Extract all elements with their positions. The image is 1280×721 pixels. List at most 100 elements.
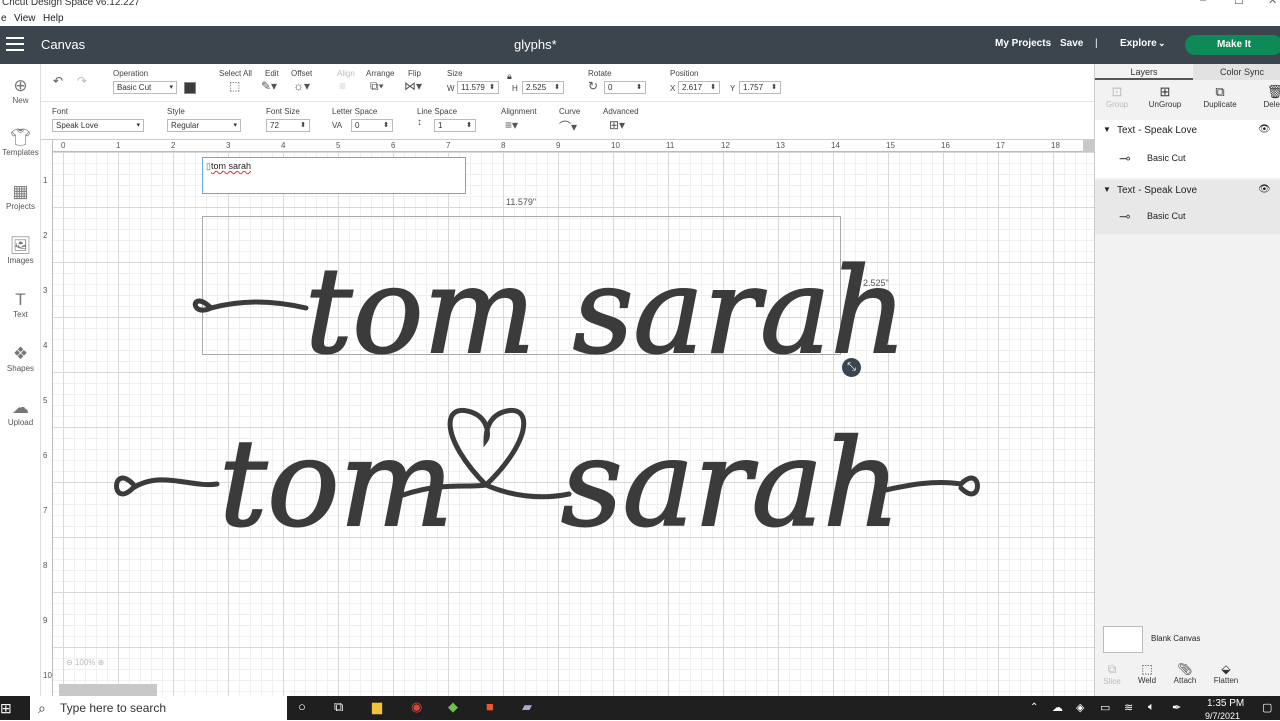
flatten-icon: ⬙: [1221, 662, 1231, 676]
sidebar-item-upload[interactable]: ☁ Upload: [0, 398, 41, 427]
horizontal-scrollbar[interactable]: [59, 684, 157, 696]
zoom-in-icon[interactable]: ⊕: [98, 658, 105, 667]
tab-layers[interactable]: Layers: [1095, 64, 1193, 80]
tab-color-sync[interactable]: Color Sync: [1193, 64, 1280, 80]
eye-icon[interactable]: 👁︎: [1258, 124, 1271, 135]
position-x-input[interactable]: 2.617 ⬍: [678, 81, 720, 94]
redo-icon[interactable]: ↷: [77, 74, 87, 88]
zoom-out-icon[interactable]: ⊖: [66, 658, 73, 667]
advanced-label: Advanced: [603, 107, 639, 116]
blank-canvas-swatch[interactable]: [1103, 626, 1143, 653]
offset-icon[interactable]: ☼▾: [293, 79, 310, 93]
curve-icon[interactable]: ⌒▾: [559, 118, 577, 135]
dropbox-icon[interactable]: ◈: [1076, 701, 1084, 714]
line-space-input[interactable]: 1 ⬍: [434, 119, 476, 132]
hamburger-menu-icon[interactable]: [6, 37, 24, 51]
chevron-down-icon[interactable]: ▼: [1103, 185, 1111, 194]
vertical-scrollbar[interactable]: [1083, 140, 1094, 152]
height-input[interactable]: 2.525 ⬍: [522, 81, 564, 94]
select-all-label: Select All: [219, 69, 252, 78]
group-button[interactable]: ⊡ Group: [1092, 84, 1142, 109]
cortana-icon[interactable]: ○: [298, 699, 306, 714]
save-button[interactable]: Save: [1060, 38, 1083, 49]
text-layer-icon: ⊸: [1119, 150, 1131, 166]
font-size-input[interactable]: 72 ⬍: [266, 119, 310, 132]
menu-help[interactable]: Help: [43, 13, 64, 24]
my-projects-button[interactable]: My Projects: [995, 38, 1051, 49]
design-artwork: tom sarah tom sarah: [114, 241, 980, 555]
taskbar-search-input[interactable]: ⌕ Type here to search: [30, 696, 287, 720]
arrange-icon[interactable]: ⧉▾: [370, 79, 384, 94]
task-view-icon[interactable]: ⧉: [334, 699, 343, 715]
letter-space-input[interactable]: 0 ⬍: [351, 119, 393, 132]
rotate-input[interactable]: 0 ⬍: [604, 81, 646, 94]
flatten-button[interactable]: ⬙ Flatten: [1201, 662, 1251, 685]
menu-view[interactable]: View: [14, 13, 36, 24]
flip-icon[interactable]: ⋈▾: [404, 79, 422, 93]
duplicate-button[interactable]: ⧉ Duplicate: [1195, 84, 1245, 109]
explore-button[interactable]: Explore: [1120, 38, 1157, 49]
color-swatch[interactable]: [184, 82, 196, 94]
font-select[interactable]: Speak Love ▾: [52, 119, 144, 132]
height-label: H: [512, 84, 518, 93]
alignment-icon[interactable]: ≡▾: [505, 118, 518, 132]
design-canvas[interactable]: 0 1 2 3 4 5 6 7 8 9 10 11 12 13 14 15 16 17 18 1 2 3 4 5 6 7 8 9 10…: [41, 140, 1094, 696]
minimize-icon[interactable]: –: [1200, 0, 1206, 6]
y-label: Y: [730, 84, 736, 93]
snagit-icon[interactable]: ■: [486, 699, 494, 714]
align-icon[interactable]: ≡: [339, 79, 346, 93]
width-input[interactable]: 11.579 ⬍: [457, 81, 499, 94]
sidebar-item-shapes[interactable]: ❖ Shapes: [0, 344, 41, 373]
style-select[interactable]: Regular ▾: [167, 119, 241, 132]
top-name-text: tom sarah: [305, 242, 907, 380]
make-it-button[interactable]: Make It: [1185, 35, 1280, 55]
rotate-label: Rotate: [588, 69, 612, 78]
layer-group[interactable]: ▼ Text - Speak Love 👁︎ ⊸ Basic Cut: [1095, 120, 1280, 178]
operation-select[interactable]: Basic Cut ▾: [113, 81, 177, 94]
project-title: glyphs*: [514, 37, 557, 52]
bottom-sarah-text: sarah: [561, 415, 900, 554]
battery-icon[interactable]: ▭: [1100, 701, 1110, 714]
edit-icon[interactable]: ✎▾: [261, 79, 277, 93]
volume-icon[interactable]: 🔈︎: [1148, 701, 1155, 714]
chevron-down-icon[interactable]: ⌄: [1158, 38, 1166, 49]
advanced-icon[interactable]: ⊞▾: [609, 118, 625, 132]
projects-icon: ▦: [12, 182, 29, 201]
sidebar-item-new[interactable]: ⊕ New: [0, 76, 41, 105]
windows-start-icon[interactable]: ⊞: [0, 700, 12, 717]
plus-circle-icon: ⊕: [13, 76, 28, 95]
zoom-controls: ⊖ 100% ⊕: [66, 658, 144, 674]
sidebar-item-templates[interactable]: 👕︎ Templates: [0, 128, 41, 157]
select-all-icon[interactable]: ⬚: [229, 79, 240, 93]
font-label: Font: [52, 107, 69, 116]
close-icon[interactable]: ✕: [1268, 0, 1277, 7]
flip-label: Flip: [408, 69, 421, 78]
wifi-icon[interactable]: ≋: [1124, 701, 1133, 714]
sidebar-item-text[interactable]: T Text: [0, 290, 41, 319]
file-explorer-icon[interactable]: ▆: [372, 699, 382, 715]
onedrive-icon[interactable]: ☁: [1052, 701, 1063, 714]
maximize-icon[interactable]: ☐: [1234, 0, 1244, 7]
notifications-icon[interactable]: ▢: [1262, 701, 1272, 714]
app-icon[interactable]: ▰: [522, 699, 532, 715]
blank-canvas-label: Blank Canvas: [1151, 634, 1201, 643]
lock-icon[interactable]: 🔒︎: [507, 71, 512, 82]
menu-file[interactable]: e: [1, 13, 7, 24]
pen-icon[interactable]: ✒: [1172, 701, 1181, 714]
app-header: Canvas glyphs* My Projects Save | Explor…: [0, 26, 1280, 64]
ungroup-button[interactable]: ⊞ UnGroup: [1140, 84, 1190, 109]
eye-icon[interactable]: 👁︎: [1258, 184, 1271, 195]
tray-chevron-up-icon[interactable]: ⌃: [1030, 702, 1038, 713]
sidebar-item-projects[interactable]: ▦ Projects: [0, 182, 41, 211]
chrome-icon[interactable]: ◉: [411, 699, 422, 715]
delete-button[interactable]: 🗑︎Delete: [1250, 84, 1280, 109]
position-y-input[interactable]: 1.757 ⬍: [739, 81, 781, 94]
clock-time: 1:35 PM: [1207, 698, 1245, 709]
letter-space-icon: VA: [332, 121, 343, 130]
layer-group[interactable]: ▼ Text - Speak Love 👁︎ ⊸ Basic Cut: [1095, 180, 1280, 234]
sidebar-item-images[interactable]: 🖼︎ Images: [0, 236, 41, 265]
undo-icon[interactable]: ↶: [53, 74, 63, 88]
layer-operation: Basic Cut: [1147, 211, 1186, 221]
chevron-down-icon[interactable]: ▼: [1103, 125, 1111, 134]
cricut-icon[interactable]: ◆: [448, 699, 458, 715]
